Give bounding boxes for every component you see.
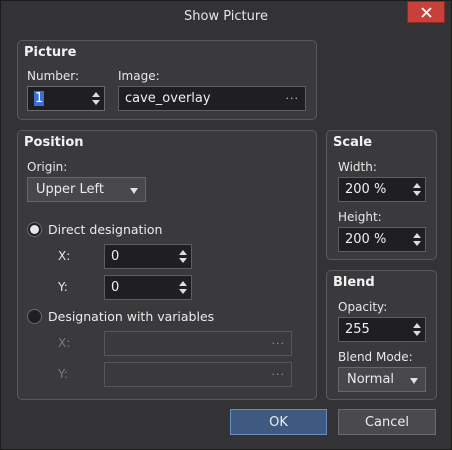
stepper-down-icon[interactable]	[179, 258, 187, 263]
stepper-up-icon[interactable]	[413, 233, 421, 238]
close-button[interactable]	[407, 1, 445, 23]
number-label: Number:	[27, 69, 80, 83]
chevron-down-icon	[130, 187, 138, 194]
browse-icon: ···	[271, 337, 285, 350]
var-y-label: Y:	[58, 367, 68, 381]
var-x-label: X:	[58, 336, 71, 350]
browse-icon[interactable]: ···	[286, 87, 300, 110]
x-input[interactable]: 0	[104, 244, 192, 269]
close-icon	[420, 6, 432, 18]
stepper-up-icon[interactable]	[413, 323, 421, 328]
image-field[interactable]: cave_overlay ···	[118, 86, 306, 111]
opacity-input[interactable]: 255	[338, 317, 426, 342]
window-title: Show Picture	[184, 9, 268, 24]
blend-mode-label: Blend Mode:	[338, 350, 413, 364]
stepper-down-icon[interactable]	[413, 191, 421, 196]
origin-select[interactable]: Upper Left	[27, 177, 146, 202]
stepper-down-icon[interactable]	[413, 241, 421, 246]
cancel-button[interactable]: Cancel	[338, 409, 436, 435]
browse-icon: ···	[271, 368, 285, 381]
x-label: X:	[58, 249, 71, 263]
opacity-stepper[interactable]	[412, 318, 422, 341]
height-input[interactable]: 200 %	[338, 227, 426, 252]
stepper-up-icon[interactable]	[179, 250, 187, 255]
scale-group: Scale Width: 200 % Height: 200 %	[326, 130, 437, 260]
chevron-down-icon	[410, 377, 418, 384]
height-stepper[interactable]	[412, 228, 422, 251]
position-group: Position Origin: Upper Left Direct desig…	[17, 130, 317, 400]
origin-value: Upper Left	[36, 182, 104, 197]
var-x-field: ···	[104, 331, 292, 356]
y-input[interactable]: 0	[104, 275, 192, 300]
image-label: Image:	[118, 69, 160, 83]
designation-with-variables-radio[interactable]	[27, 309, 42, 324]
blend-group-title: Blend	[333, 275, 375, 290]
number-input[interactable]: 1	[27, 86, 105, 111]
blend-mode-value: Normal	[347, 372, 395, 387]
origin-label: Origin:	[27, 160, 68, 174]
width-input[interactable]: 200 %	[338, 177, 426, 202]
show-picture-dialog: Show Picture Picture Number: 1 Image: ca…	[0, 0, 452, 450]
direct-designation-label[interactable]: Direct designation	[48, 222, 162, 237]
x-stepper[interactable]	[178, 245, 188, 268]
stepper-up-icon[interactable]	[413, 183, 421, 188]
blend-mode-select[interactable]: Normal	[338, 367, 426, 392]
position-group-title: Position	[24, 135, 84, 150]
stepper-up-icon[interactable]	[92, 92, 100, 97]
width-stepper[interactable]	[412, 178, 422, 201]
stepper-down-icon[interactable]	[413, 331, 421, 336]
opacity-label: Opacity:	[338, 300, 388, 314]
designation-with-variables-label[interactable]: Designation with variables	[48, 309, 214, 324]
scale-group-title: Scale	[333, 135, 373, 150]
stepper-down-icon[interactable]	[179, 289, 187, 294]
stepper-up-icon[interactable]	[179, 281, 187, 286]
y-label: Y:	[58, 280, 68, 294]
picture-group-title: Picture	[24, 45, 77, 60]
y-stepper[interactable]	[178, 276, 188, 299]
direct-designation-radio[interactable]	[27, 222, 42, 237]
blend-group: Blend Opacity: 255 Blend Mode: Normal	[326, 270, 437, 400]
ok-button[interactable]: OK	[230, 409, 327, 435]
stepper-down-icon[interactable]	[92, 100, 100, 105]
picture-group: Picture Number: 1 Image: cave_overlay ··…	[17, 40, 317, 120]
image-value: cave_overlay	[125, 91, 211, 106]
var-y-field: ···	[104, 362, 292, 387]
title-bar[interactable]: Show Picture	[1, 1, 451, 33]
number-value: 1	[34, 91, 45, 106]
height-label: Height:	[338, 210, 382, 224]
number-stepper[interactable]	[91, 87, 101, 110]
width-label: Width:	[338, 160, 377, 174]
